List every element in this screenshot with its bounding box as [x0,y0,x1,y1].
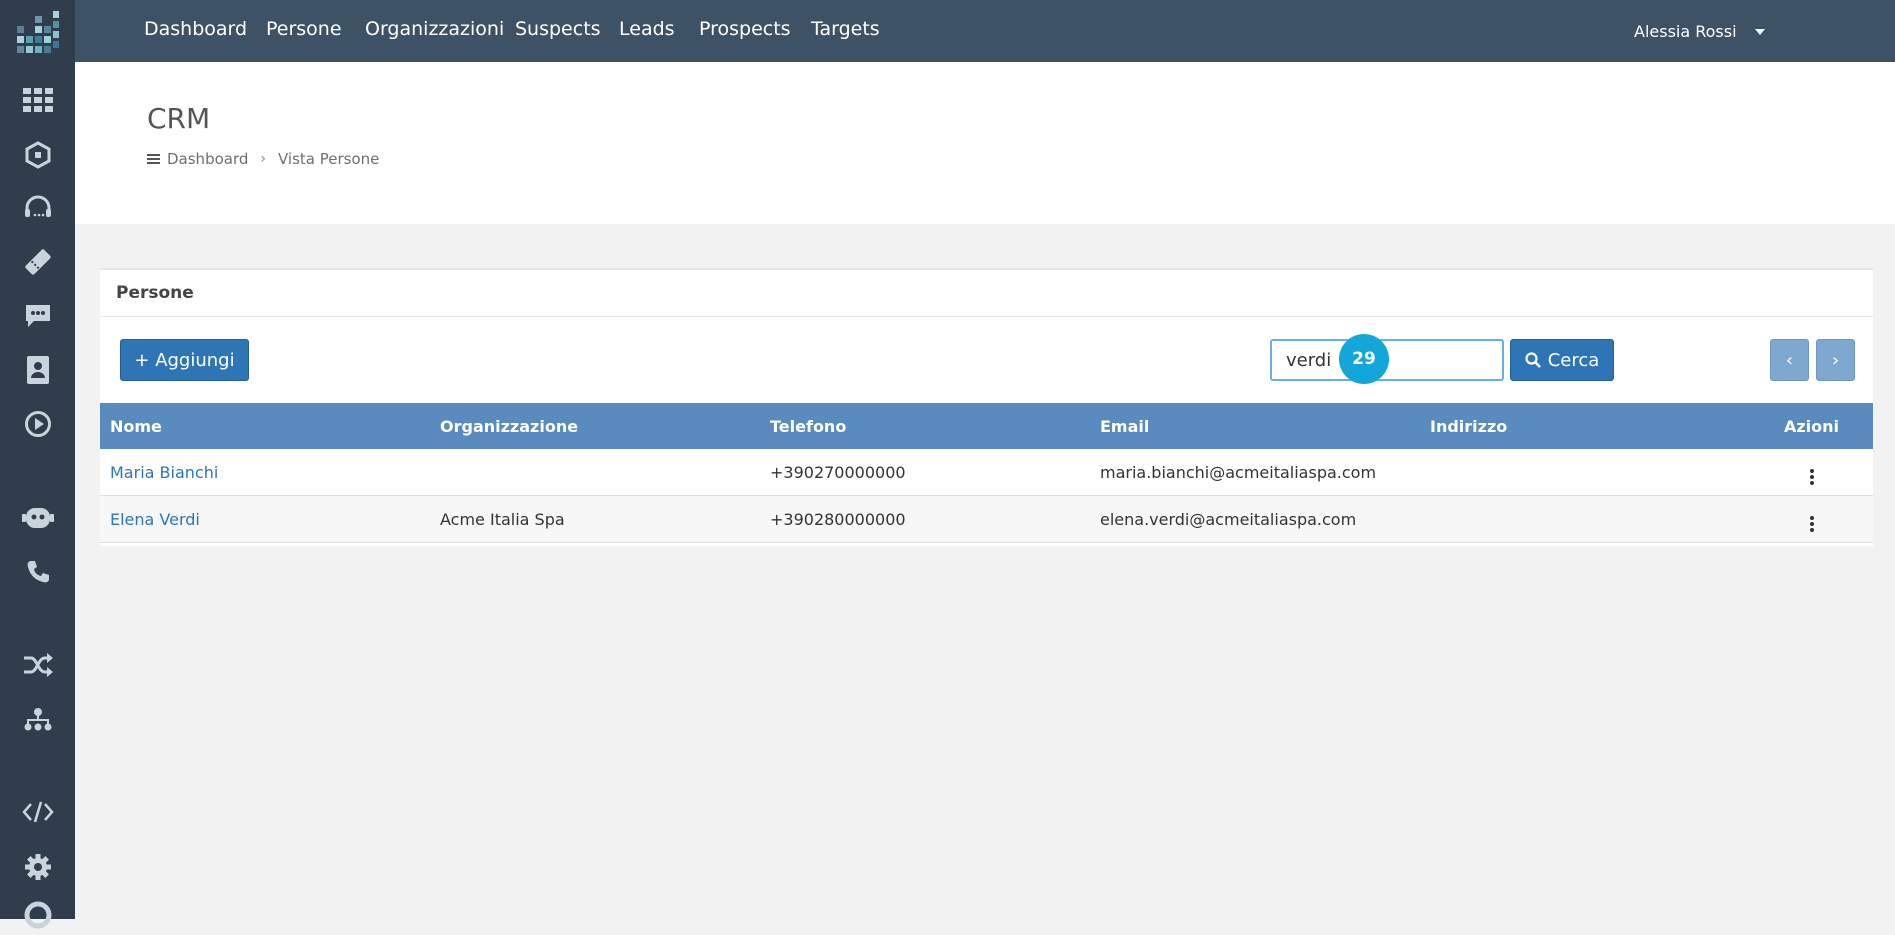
shuffle-icon[interactable] [0,645,75,685]
sidebar [0,0,75,929]
chevron-right-icon: › [260,151,266,167]
prev-page-button[interactable]: ‹ [1770,339,1809,381]
add-button[interactable]: + Aggiungi [120,339,249,381]
lifebuoy-icon[interactable] [0,895,75,935]
cell-email: maria.bianchi@acmeitaliaspa.com [1090,449,1420,496]
box-icon[interactable] [0,135,75,175]
gear-icon[interactable] [0,847,75,887]
breadcrumb: Dashboard › Vista Persone [147,150,379,168]
col-header-telefono[interactable]: Telefono [760,403,1090,449]
nav-suspects[interactable]: Suspects [515,0,601,60]
col-header-organizzazione[interactable]: Organizzazione [430,403,760,449]
cell-organizzazione [430,449,760,496]
menu-icon [147,152,160,166]
code-icon[interactable] [0,792,75,832]
person-name-link[interactable]: Elena Verdi [110,510,200,529]
col-header-azioni: Azioni [1783,416,1840,436]
table-row: Maria Bianchi +390270000000 maria.bianch… [100,449,1873,496]
top-navbar: Dashboard Persone Organizzazioni Suspect… [75,0,1895,62]
bot-icon[interactable] [0,498,75,538]
cell-telefono: +390280000000 [760,495,1090,543]
search-icon [1525,352,1541,368]
chevron-right-icon: › [1831,349,1840,371]
breadcrumb-current: Vista Persone [278,150,380,168]
nav-dashboard[interactable]: Dashboard [144,0,247,60]
breadcrumb-dashboard[interactable]: Dashboard [167,150,248,168]
org-chart-icon[interactable] [0,700,75,740]
col-header-indirizzo[interactable]: Indirizzo [1420,403,1750,449]
ticket-icon[interactable] [0,242,75,282]
next-page-button[interactable]: › [1816,339,1855,381]
search-button[interactable]: Cerca [1510,339,1614,381]
chat-icon[interactable] [0,296,75,336]
cell-telefono: +390270000000 [760,449,1090,496]
search-button-label: Cerca [1547,349,1600,371]
grid-icon[interactable] [0,80,75,120]
play-icon[interactable] [0,404,75,444]
nav-leads[interactable]: Leads [619,0,675,60]
add-button-label: + Aggiungi [134,349,235,371]
step-badge: 29 [1339,334,1389,384]
app-logo[interactable] [17,11,59,53]
panel-heading: Persone [100,270,1873,317]
nav-organizzazioni[interactable]: Organizzazioni [365,0,504,60]
nav-prospects[interactable]: Prospects [699,0,791,60]
user-menu[interactable]: Alessia Rossi [1634,0,1765,62]
user-name: Alessia Rossi [1634,21,1737,41]
row-actions-icon[interactable] [1809,468,1814,486]
cell-indirizzo [1420,495,1750,543]
persone-panel: Persone + Aggiungi 29 Cerca ‹ › Nome Org… [100,268,1873,546]
nav-persone[interactable]: Persone [266,0,342,60]
cell-indirizzo [1420,449,1750,496]
headset-icon[interactable] [0,188,75,228]
page-title: CRM [147,102,211,135]
table-row: Elena Verdi Acme Italia Spa +39028000000… [100,495,1873,543]
col-header-nome[interactable]: Nome [100,403,430,449]
page-header: CRM Dashboard › Vista Persone [75,62,1895,224]
nav-targets[interactable]: Targets [811,0,880,60]
row-actions-icon[interactable] [1809,515,1814,533]
persone-table: Nome Organizzazione Telefono Email Indir… [100,403,1873,543]
col-header-email[interactable]: Email [1090,403,1420,449]
cell-organizzazione: Acme Italia Spa [430,495,760,543]
contacts-icon[interactable] [0,350,75,390]
caret-down-icon [1754,29,1765,35]
chevron-left-icon: ‹ [1785,349,1794,371]
table-header-row: Nome Organizzazione Telefono Email Indir… [100,403,1873,449]
phone-icon[interactable] [0,552,75,592]
cell-email: elena.verdi@acmeitaliaspa.com [1090,495,1420,543]
person-name-link[interactable]: Maria Bianchi [110,463,218,482]
